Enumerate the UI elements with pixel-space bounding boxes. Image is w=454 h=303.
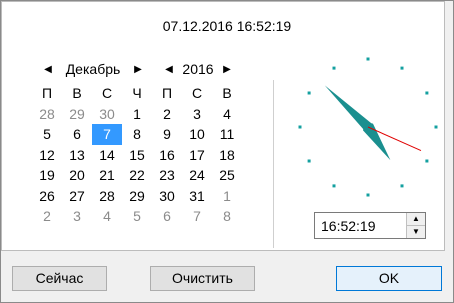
now-button[interactable]: Сейчас (12, 266, 107, 291)
calendar-days: П В С Ч П С В 28 29 30 1 2 3 4 5 6 7 8 9 10 11 12 13 14 15 16 17 18… (32, 83, 248, 227)
calendar-day[interactable]: 28 (92, 186, 122, 207)
calendar-day[interactable]: 17 (182, 145, 212, 166)
clock-tick (332, 66, 336, 70)
prev-month-icon[interactable]: ◀ (42, 64, 54, 75)
spin-down-icon[interactable]: ▼ (407, 226, 425, 238)
calendar-day[interactable]: 10 (182, 124, 212, 145)
calendar-day[interactable]: 31 (182, 186, 212, 207)
weekday-header: В (72, 85, 82, 101)
calendar-day[interactable]: 28 (32, 104, 62, 125)
calendar-day[interactable]: 14 (92, 145, 122, 166)
calendar-day[interactable]: 13 (62, 145, 92, 166)
calendar-day[interactable]: 23 (152, 165, 182, 186)
calendar-day[interactable]: 6 (152, 206, 182, 227)
clock-tick (307, 159, 311, 163)
calendar-day[interactable]: 4 (212, 104, 242, 125)
weekday-header: С (191, 85, 203, 101)
calendar-day[interactable]: 27 (62, 186, 92, 207)
clock-tick (400, 184, 404, 188)
month-nav: ◀ Декабрь ▶ (42, 60, 144, 78)
calendar-day[interactable]: 8 (122, 124, 152, 145)
calendar-day[interactable]: 2 (152, 104, 182, 125)
calendar-day[interactable]: 2 (32, 206, 62, 227)
calendar-day[interactable]: 18 (212, 145, 242, 166)
ok-button[interactable]: OK (336, 266, 442, 291)
calendar-day[interactable]: 26 (32, 186, 62, 207)
clock-tick (307, 91, 311, 95)
analog-clock (298, 57, 438, 197)
calendar-day[interactable]: 16 (152, 145, 182, 166)
weekday-header: В (222, 85, 232, 101)
calendar-day[interactable]: 3 (182, 104, 212, 125)
calendar-day[interactable]: 30 (152, 186, 182, 207)
clock-tick (332, 184, 336, 188)
calendar-day[interactable]: 22 (122, 165, 152, 186)
weekday-header: Ч (132, 85, 142, 101)
calendar-day[interactable]: 9 (152, 124, 182, 145)
clock-tick (400, 66, 404, 70)
calendar-day[interactable]: 4 (92, 206, 122, 227)
calendar-day[interactable]: 3 (62, 206, 92, 227)
calendar-day[interactable]: 19 (32, 165, 62, 186)
calendar-day[interactable]: 8 (212, 206, 242, 227)
clock-tick (434, 125, 438, 129)
next-month-icon[interactable]: ▶ (132, 64, 144, 75)
calendar-day[interactable]: 1 (122, 104, 152, 125)
clock-tick (425, 159, 429, 163)
calendar-day[interactable]: 6 (62, 124, 92, 145)
time-spinner[interactable]: ▲ ▼ (406, 213, 425, 238)
clock-tick (366, 57, 370, 61)
calendar-day[interactable]: 7 (92, 124, 122, 145)
calendar-day[interactable]: 15 (122, 145, 152, 166)
calendar-day[interactable]: 25 (212, 165, 242, 186)
calendar-day[interactable]: 21 (92, 165, 122, 186)
month-label[interactable]: Декабрь (54, 61, 132, 77)
minute-hand (324, 85, 373, 132)
time-input[interactable]: 16:52:19 ▲ ▼ (314, 212, 426, 239)
calendar-day[interactable]: 12 (32, 145, 62, 166)
calendar-day[interactable]: 29 (122, 186, 152, 207)
year-nav: ◀ 2016 ▶ (163, 60, 233, 78)
clock-tick (366, 193, 370, 197)
weekday-header: С (101, 85, 113, 101)
calendar-day[interactable]: 5 (32, 124, 62, 145)
clear-button[interactable]: Очистить (150, 266, 255, 291)
calendar-day[interactable]: 5 (122, 206, 152, 227)
calendar-day[interactable]: 24 (182, 165, 212, 186)
clock-tick (425, 91, 429, 95)
calendar-day[interactable]: 29 (62, 104, 92, 125)
calendar-grid: П В С Ч П С В 28 29 30 1 2 3 4 5 6 7 8 9 10 11 12 13 14 15 16 17 18… (32, 83, 248, 227)
time-value: 16:52:19 (321, 218, 376, 234)
prev-year-icon[interactable]: ◀ (163, 64, 175, 75)
calendar-day[interactable]: 30 (92, 104, 122, 125)
weekday-header: П (161, 85, 173, 101)
current-datetime-label: 07.12.2016 16:52:19 (162, 18, 292, 34)
clock-tick (298, 125, 302, 129)
year-label[interactable]: 2016 (175, 61, 221, 77)
calendar-day[interactable]: 20 (62, 165, 92, 186)
divider (273, 80, 274, 248)
calendar-day[interactable]: 7 (182, 206, 212, 227)
calendar-day[interactable]: 1 (212, 186, 242, 207)
calendar-day[interactable]: 11 (212, 124, 242, 145)
spin-up-icon[interactable]: ▲ (407, 213, 425, 226)
weekday-header: П (41, 85, 53, 101)
next-year-icon[interactable]: ▶ (221, 64, 233, 75)
